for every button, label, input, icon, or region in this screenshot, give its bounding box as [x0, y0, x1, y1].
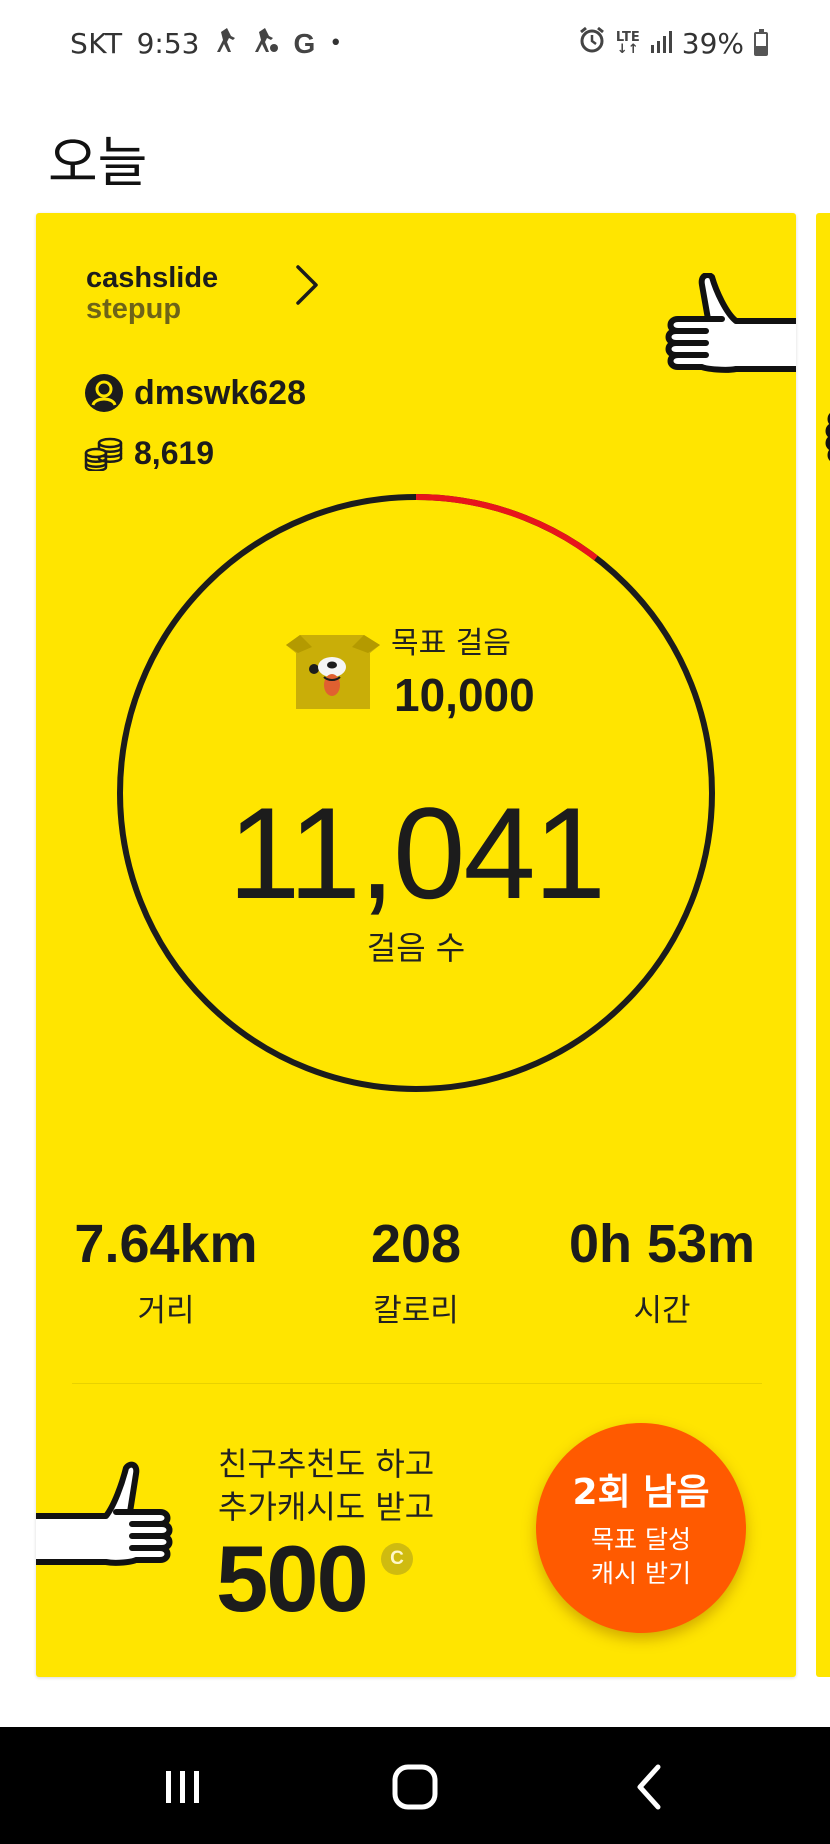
- home-icon[interactable]: [385, 1757, 445, 1817]
- coin-balance: 8,619: [134, 435, 215, 471]
- goal-label: 목표 걸음: [391, 626, 511, 661]
- step-count: 11,041: [228, 780, 606, 926]
- stat-time: 0h 53m 시간: [542, 1213, 782, 1330]
- thumbs-up-illustration-peek: [825, 413, 830, 461]
- step-count-label: 걸음 수: [366, 929, 466, 967]
- status-right: LTE ↓↑ 39%: [578, 26, 768, 61]
- system-navigation-bar: [0, 1727, 830, 1844]
- cash-coin-icon: C: [381, 1543, 413, 1575]
- thumbs-up-illustration: [665, 273, 796, 373]
- stat-calories: 208 칼로리: [296, 1213, 536, 1330]
- status-left: SKT 9:53 G •: [70, 26, 342, 61]
- walk-notification-icon-2: [251, 26, 279, 61]
- coin-stack-icon: [84, 437, 123, 471]
- user-circle-icon: [85, 374, 123, 412]
- stepup-card[interactable]: cashslide stepup dmswk628 8,619 목표 걸음 10…: [36, 213, 796, 1677]
- promo-line2: 추가캐시도 받고: [218, 1488, 435, 1526]
- recent-apps-icon[interactable]: [152, 1757, 212, 1817]
- remaining-count: 2회 남음: [572, 1472, 710, 1513]
- next-card-peek[interactable]: [816, 213, 830, 1677]
- back-icon[interactable]: [620, 1757, 680, 1817]
- carrier-label: SKT: [70, 27, 123, 60]
- google-icon: G: [293, 27, 316, 59]
- promo-amount: 500: [216, 1526, 369, 1631]
- user-row: dmswk628: [84, 373, 306, 413]
- thumbs-up-promo-illustration[interactable]: [36, 1458, 186, 1588]
- signal-icon: [650, 27, 672, 60]
- time-value: 0h 53m: [568, 1214, 756, 1274]
- page-title: 오늘: [48, 131, 148, 194]
- distance-value: 7.64km: [74, 1214, 258, 1274]
- calories-label: 칼로리: [373, 1293, 459, 1329]
- notification-dot: •: [329, 31, 343, 56]
- time-label: 시간: [633, 1293, 691, 1329]
- reward-button-label: 목표 달성 캐시 받기: [591, 1525, 691, 1588]
- network-type: LTE ↓↑: [615, 29, 640, 57]
- mascot-icon: [286, 635, 380, 709]
- promo-text[interactable]: 친구추천도 하고 추가캐시도 받고: [218, 1443, 434, 1529]
- walk-notification-icon: [213, 26, 237, 61]
- coin-row: 8,619: [84, 435, 214, 472]
- goal-value: 10,000: [394, 669, 535, 721]
- stat-distance: 7.64km 거리: [46, 1213, 286, 1330]
- username: dmswk628: [134, 373, 306, 412]
- promo-line1: 친구추천도 하고: [218, 1445, 435, 1483]
- distance-label: 거리: [137, 1293, 195, 1329]
- battery-percent: 39%: [681, 27, 744, 60]
- status-bar: SKT 9:53 G • LTE ↓↑ 39%: [0, 0, 830, 86]
- ring-progress-accent: [415, 494, 598, 561]
- clock: 9:53: [136, 27, 200, 60]
- calories-value: 208: [370, 1214, 462, 1274]
- cashslide-stepup-logo[interactable]: cashslide stepup: [86, 263, 218, 325]
- claim-reward-button[interactable]: 2회 남음 목표 달성 캐시 받기: [536, 1423, 746, 1633]
- alarm-icon: [578, 26, 606, 61]
- battery-icon: [754, 28, 768, 56]
- chevron-right-icon[interactable]: [286, 255, 326, 315]
- divider: [72, 1383, 762, 1384]
